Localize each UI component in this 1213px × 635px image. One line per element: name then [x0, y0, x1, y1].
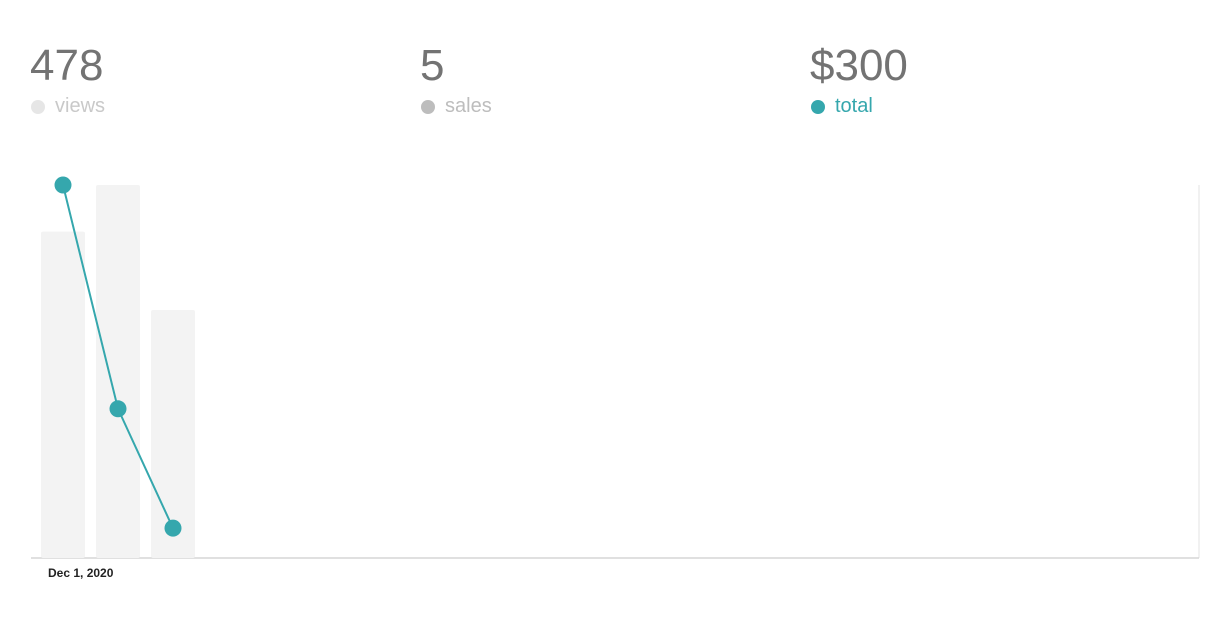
- stat-sales[interactable]: 5 sales: [420, 42, 492, 118]
- point-total-2: [164, 519, 182, 537]
- stats-summary: 478 views 5 sales $300 total: [0, 0, 1213, 130]
- stat-sales-value: 5: [420, 41, 445, 90]
- x-tick-label-0: Dec 1, 2020: [48, 566, 114, 580]
- total-legend-dot-icon: [811, 100, 825, 114]
- chart-area: Dec 1, 2020: [0, 170, 1213, 600]
- stat-sales-legend: sales: [420, 94, 492, 118]
- point-total-0: [54, 176, 72, 194]
- combo-chart: Dec 1, 2020: [31, 176, 1200, 580]
- stat-views-value: 478: [30, 41, 104, 90]
- sales-legend-dot-icon: [421, 100, 435, 114]
- bar-views-1: [96, 185, 140, 558]
- stat-views[interactable]: 478 views: [30, 42, 105, 118]
- stat-total-value: $300: [810, 41, 908, 90]
- stat-total[interactable]: $300 total: [810, 42, 908, 118]
- stat-total-label: total: [835, 95, 873, 117]
- stat-sales-label: sales: [445, 95, 492, 117]
- stat-total-legend: total: [810, 94, 908, 118]
- point-total-1: [109, 400, 127, 418]
- stat-views-legend: views: [30, 94, 105, 118]
- views-legend-dot-icon: [31, 100, 45, 114]
- bar-views-0: [41, 231, 85, 558]
- stat-views-label: views: [55, 95, 106, 117]
